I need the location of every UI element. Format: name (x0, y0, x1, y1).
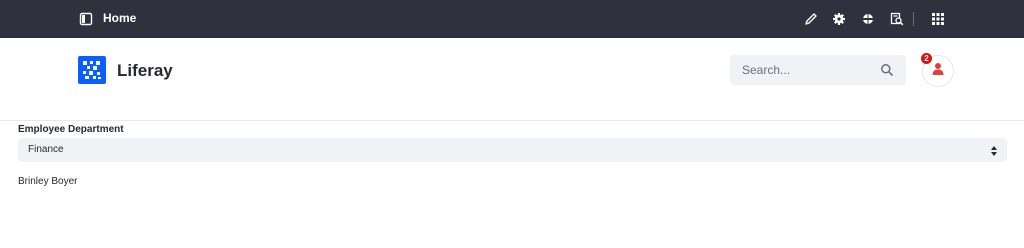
user-icon (931, 62, 945, 81)
control-bar: Home (0, 0, 1024, 38)
site-header: Liferay (0, 38, 1024, 121)
apps-grid-icon[interactable] (930, 11, 946, 27)
simulation-icon[interactable] (860, 11, 876, 27)
search-icon[interactable] (880, 63, 894, 77)
employee-department-select[interactable]: Finance (18, 138, 1007, 162)
gear-icon[interactable] (831, 11, 847, 27)
sidebar-toggle-icon[interactable] (79, 12, 93, 26)
page-audit-icon[interactable] (889, 11, 905, 27)
employee-name: Brinley Boyer (18, 176, 78, 187)
page-title: Home (103, 11, 137, 25)
selected-option: Finance (28, 144, 64, 155)
liferay-logo-icon[interactable] (78, 56, 106, 84)
site-name[interactable]: Liferay (117, 61, 173, 81)
toolbar-divider (913, 12, 914, 26)
search-bar (730, 55, 906, 85)
select-caret-icon (990, 144, 998, 156)
employee-department-label: Employee Department (18, 124, 124, 135)
notification-badge[interactable]: 2 (921, 53, 932, 64)
pencil-icon[interactable] (803, 11, 819, 27)
